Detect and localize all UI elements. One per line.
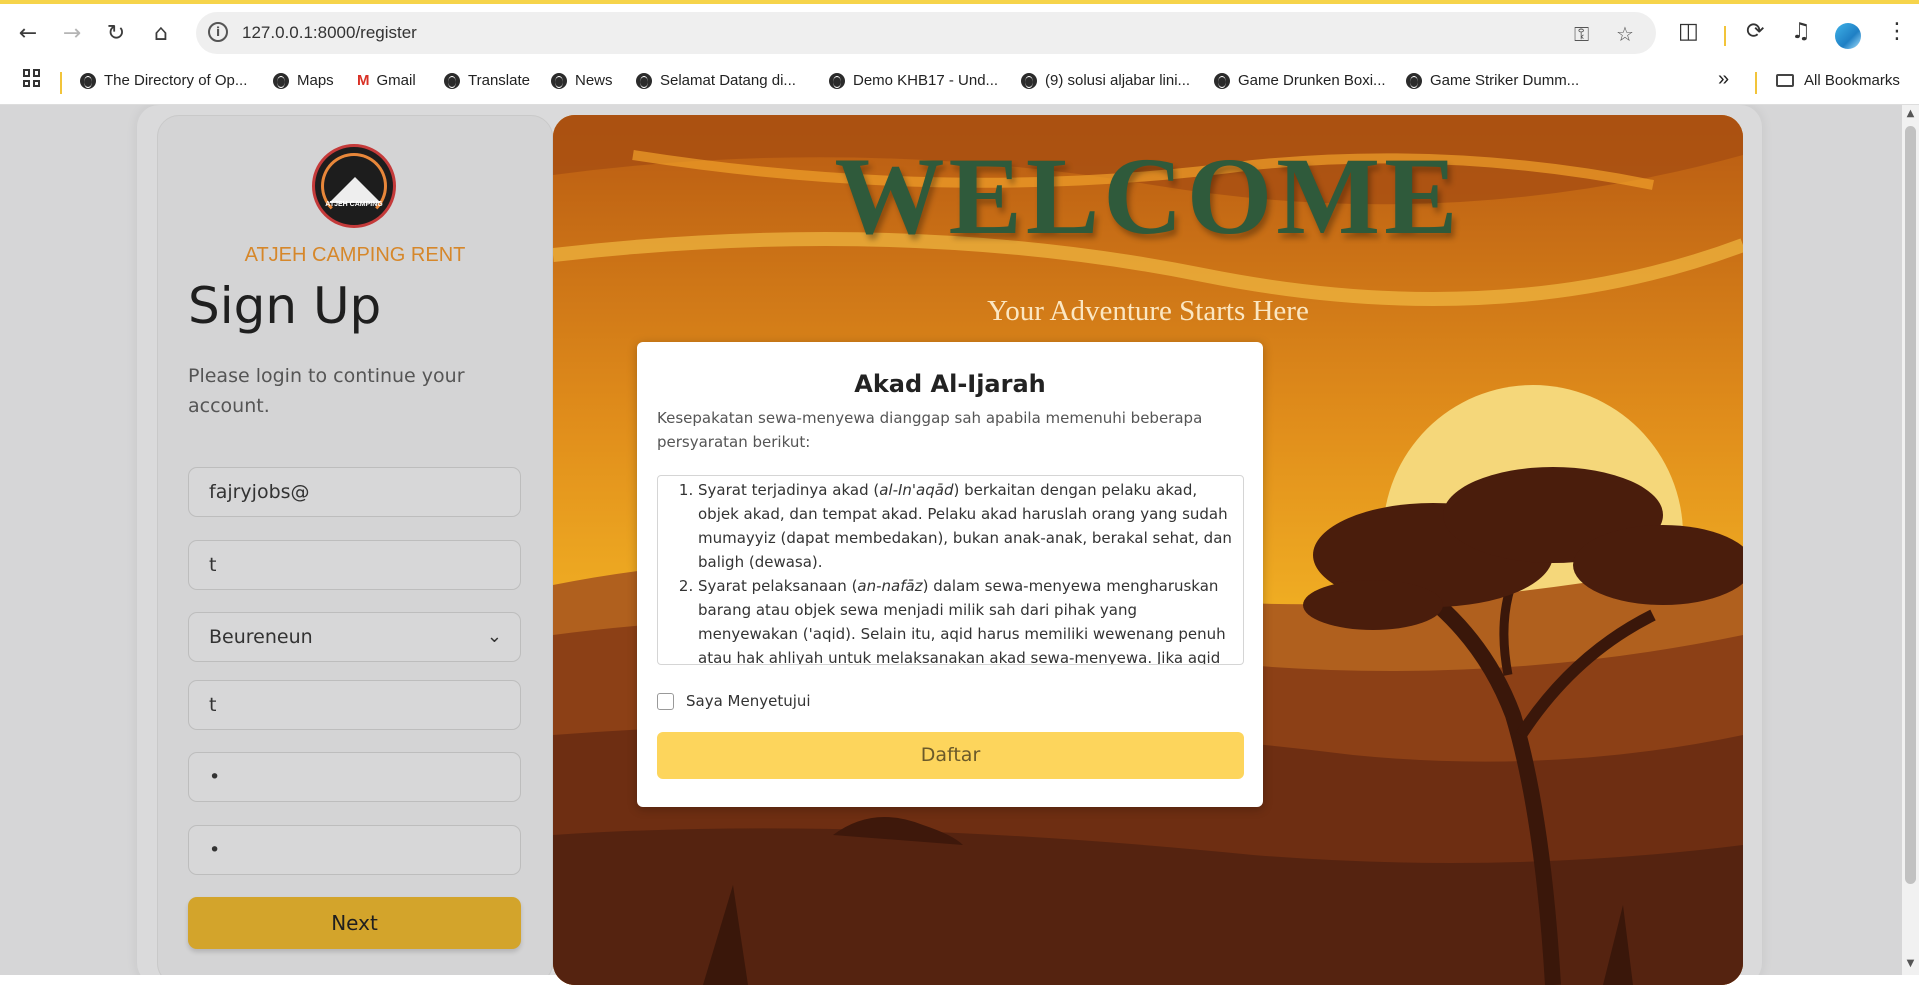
logo-mountain (329, 177, 381, 203)
globe-icon (1214, 72, 1230, 89)
agree-checkbox[interactable] (657, 692, 674, 710)
globe-icon (1021, 72, 1037, 89)
bookmark-label: Game Striker Dumm... (1430, 72, 1580, 89)
forward-arrow-icon[interactable]: → (56, 17, 88, 49)
bookmarks-divider (1755, 72, 1757, 94)
email-field[interactable]: fajryjobs@ (188, 467, 521, 517)
location-select-value: Beureneun (209, 626, 313, 648)
confirm-password-field[interactable]: • (188, 825, 521, 875)
brand-name: ATJEH CAMPING RENT (244, 244, 466, 266)
password-field[interactable]: • (188, 752, 521, 802)
media-playlist-icon[interactable]: ♫ (1791, 19, 1811, 44)
bookmark-label: Selamat Datang di... (660, 72, 796, 89)
logo-text: ATJEH CAMPING (325, 201, 383, 208)
modal-intro: Kesepakatan sewa-menyewa dianggap sah ap… (657, 409, 1203, 451)
globe-icon (551, 72, 567, 89)
bookmark-item[interactable]: Game Drunken Boxi... (1214, 72, 1386, 89)
globe-icon (444, 72, 460, 89)
phone-field[interactable]: t (188, 680, 521, 730)
welcome-heading: WELCOME (834, 135, 1462, 257)
scroll-down-arrow-icon[interactable]: ▼ (1902, 958, 1919, 969)
menu-kebab-icon[interactable]: ⋮ (1886, 19, 1908, 44)
bookmark-label: The Directory of Op... (104, 72, 248, 89)
list-item: Syarat terjadinya akad (al-In'aqād) berk… (698, 478, 1235, 574)
home-icon[interactable]: ⌂ (145, 17, 177, 49)
bookmark-label: News (575, 72, 613, 89)
agree-checkbox-row[interactable]: Saya Menyetujui (657, 692, 811, 710)
bookmark-label: Translate (468, 72, 530, 89)
page-subtitle: Please login to continue your account. (188, 365, 465, 417)
site-info-icon[interactable]: i (208, 22, 228, 42)
modal-title: Akad Al-Ijarah (854, 370, 1046, 398)
toolbar-divider (1724, 26, 1726, 46)
scroll-up-arrow-icon[interactable]: ▲ (1902, 108, 1919, 119)
bookmark-label: Gmail (376, 72, 416, 89)
gmail-icon: M (357, 72, 370, 89)
term-text: Syarat pelaksanaan ( (698, 577, 858, 595)
extension-icon[interactable]: ⟳ (1746, 19, 1764, 44)
bookmark-item[interactable]: Translate (444, 72, 530, 89)
bookmark-item[interactable]: News (551, 72, 613, 89)
page-title: Sign Up (188, 277, 382, 335)
akad-modal: Akad Al-Ijarah Kesepakatan sewa-menyewa … (637, 342, 1263, 807)
bookmarks-overflow-chevron-icon[interactable]: » (1718, 68, 1729, 91)
term-emphasis: an-nafāz (857, 577, 923, 595)
url-text[interactable]: 127.0.0.1:8000/register (242, 23, 417, 43)
address-bar[interactable]: i 127.0.0.1:8000/register ⚿ ☆ (196, 12, 1656, 54)
profile-avatar[interactable] (1835, 23, 1861, 49)
location-select[interactable]: Beureneun ⌄ (188, 612, 521, 662)
name-field[interactable]: t (188, 540, 521, 590)
extensions-puzzle-icon[interactable]: ◫ (1678, 19, 1699, 44)
terms-scroll-box[interactable]: Syarat terjadinya akad (al-In'aqād) berk… (657, 475, 1244, 665)
list-item: Syarat pelaksanaan (an-nafāz) dalam sewa… (698, 574, 1235, 664)
bookmark-item[interactable]: Demo KHB17 - Und... (829, 72, 998, 89)
term-text: Syarat terjadinya akad ( (698, 481, 880, 499)
bookmark-item[interactable]: The Directory of Op... (80, 72, 247, 89)
bookmark-item[interactable]: Game Striker Dumm... (1406, 72, 1579, 89)
bookmarks-bar: The Directory of Op... Maps M Gmail Trans… (0, 62, 1919, 105)
agree-label: Saya Menyetujui (686, 692, 811, 710)
next-button[interactable]: Next (188, 897, 521, 949)
bookmark-star-icon[interactable]: ☆ (1616, 22, 1634, 46)
globe-icon (829, 72, 845, 89)
hero-tagline: Your Adventure Starts Here (987, 295, 1309, 327)
globe-icon (1406, 72, 1422, 89)
bookmark-label: Game Drunken Boxi... (1238, 72, 1386, 89)
bookmark-item[interactable]: Maps (273, 72, 334, 89)
globe-icon (636, 72, 652, 89)
daftar-button[interactable]: Daftar (657, 732, 1244, 779)
chevron-down-icon: ⌄ (486, 626, 502, 647)
globe-icon (273, 72, 289, 89)
bookmark-label: Maps (297, 72, 334, 89)
term-emphasis: al-In'aqād (879, 481, 954, 499)
bookmark-label: Demo KHB17 - Und... (853, 72, 999, 89)
browser-toolbar: ← → ↻ ⌂ i 127.0.0.1:8000/register ⚿ ☆ ◫ … (0, 4, 1919, 62)
apps-grid-icon[interactable] (23, 69, 41, 87)
atjeh-camping-logo: ATJEH CAMPING (312, 144, 396, 228)
key-icon[interactable]: ⚿ (1574, 22, 1589, 46)
bookmark-item[interactable]: (9) solusi aljabar lini... (1021, 72, 1190, 89)
bookmark-label: (9) solusi aljabar lini... (1045, 72, 1191, 89)
scrollbar-thumb[interactable] (1905, 126, 1916, 884)
bookmarks-divider (60, 72, 62, 94)
globe-icon (80, 72, 96, 89)
all-bookmarks-label: All Bookmarks (1804, 72, 1900, 89)
reload-icon[interactable]: ↻ (100, 17, 132, 49)
back-arrow-icon[interactable]: ← (12, 17, 44, 49)
bookmark-item[interactable]: M Gmail (357, 72, 416, 89)
folder-icon (1776, 74, 1794, 87)
bookmark-item[interactable]: Selamat Datang di... (636, 72, 796, 89)
all-bookmarks-button[interactable]: All Bookmarks (1776, 72, 1900, 89)
